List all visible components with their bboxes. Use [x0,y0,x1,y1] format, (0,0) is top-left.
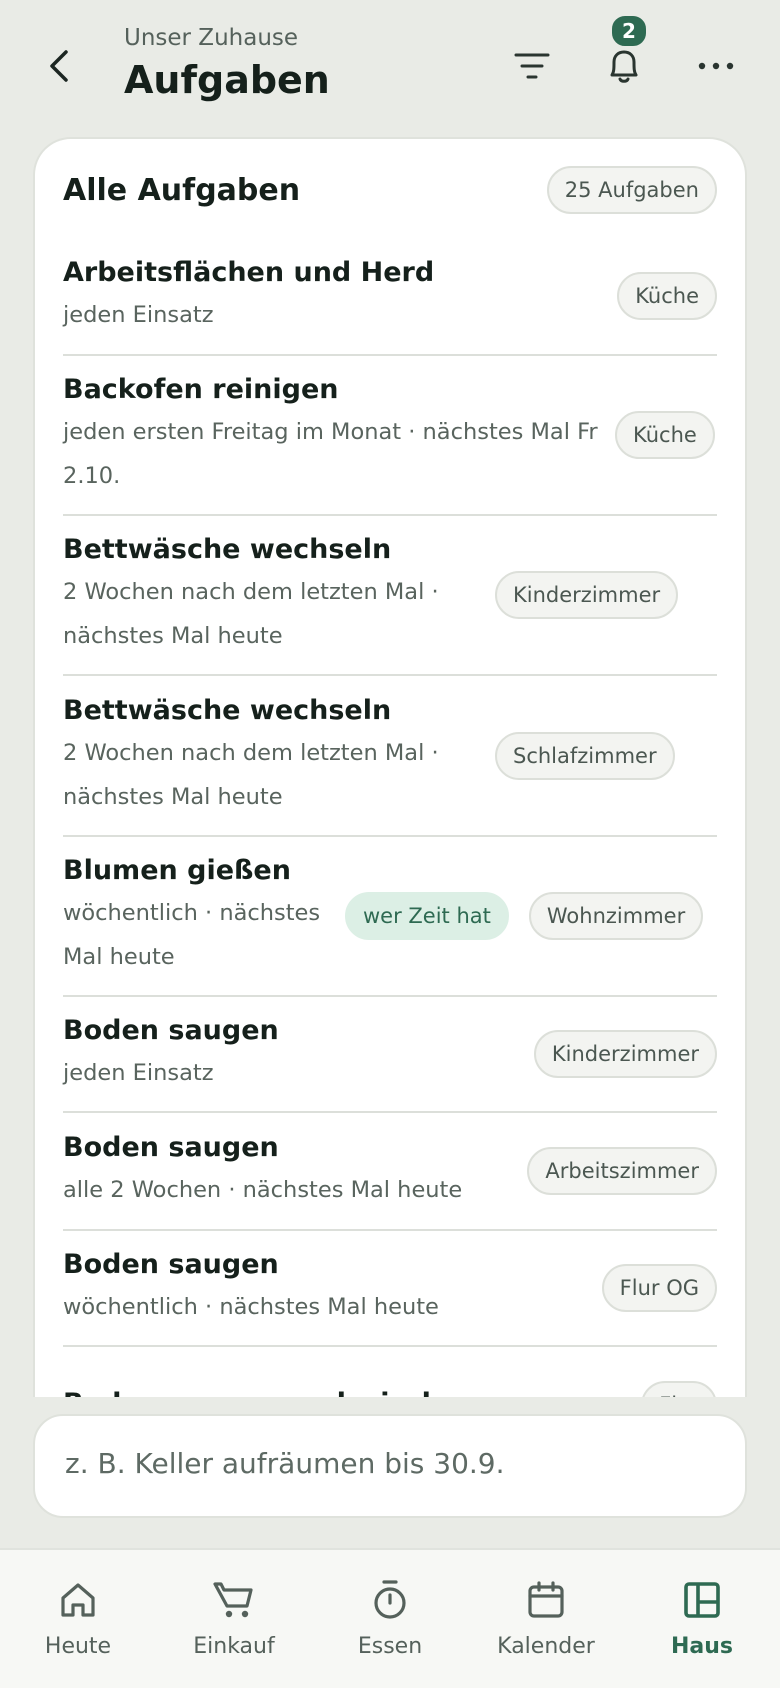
task-title: Boden saugen [63,1015,279,1046]
app-header: Unser Zuhause Aufgaben 2 [0,0,780,130]
task-schedule: 2 Wochen nach dem letzten Mal · nächstes… [63,579,439,649]
task-title: Boden saugen und wischen [63,1386,629,1397]
notification-badge: 2 [610,14,648,48]
task-title: Bettwäsche wechseln [63,534,392,565]
nav-label: Kalender [497,1634,595,1659]
back-icon [50,50,68,82]
task-row[interactable]: Backofen reinigen jeden ersten Freitag i… [63,356,717,516]
task-row[interactable]: Bettwäsche wechseln 2 Wochen nach dem le… [63,516,717,676]
quick-add-box[interactable] [33,1414,747,1518]
timer-icon [374,1580,406,1619]
page-title: Aufgaben [124,58,330,102]
room-chip[interactable]: Flur [641,1381,717,1397]
filter-button[interactable] [504,38,560,94]
nav-label: Haus [670,1634,733,1659]
home-icon [61,1583,95,1617]
task-row[interactable]: Boden saugen und wischen Flur [63,1347,717,1397]
task-title: Boden saugen [63,1132,279,1163]
task-row[interactable]: Blumen gießen wöchentlich · nächstes Mal… [63,837,717,997]
nav-item-einkauf[interactable]: Einkauf [156,1550,312,1688]
task-row[interactable]: Boden saugen jeden Einsatz Kinderzimmer [63,997,717,1113]
household-name: Unser Zuhause [124,25,299,51]
room-chip[interactable]: Wohnzimmer [528,892,704,940]
task-row[interactable]: Bettwäsche wechseln 2 Wochen nach dem le… [63,676,717,837]
bell-icon [610,50,638,83]
nav-item-essen[interactable]: Essen [312,1550,468,1688]
task-schedule: wöchentlich · nächstes Mal heute [63,1294,439,1320]
room-chip[interactable]: Schlafzimmer [495,731,675,780]
filter-icon [514,53,550,79]
task-schedule: jeden ersten Freitag im Monat · nächstes… [63,419,598,489]
back-button[interactable] [36,42,84,90]
nav-item-haus[interactable]: Haus [624,1550,780,1688]
notifications-button[interactable]: 2 [596,14,652,94]
nav-label: Einkauf [193,1634,275,1659]
task-row[interactable]: Boden saugen wöchentlich · nächstes Mal … [63,1231,717,1347]
room-chip[interactable]: Kinderzimmer [495,571,679,619]
task-row[interactable]: Boden saugen alle 2 Wochen · nächstes Ma… [63,1113,717,1231]
room-chip[interactable]: Küche [617,271,717,320]
room-chip[interactable]: Küche [615,411,715,459]
task-count-chip: 25 Aufgaben [546,166,717,214]
card-title: Alle Aufgaben [63,172,301,208]
cart-icon [213,1582,253,1618]
task-schedule: jeden Einsatz [63,1060,214,1086]
card-header: Alle Aufgaben 25 Aufgaben [63,165,717,215]
more-icon [698,62,734,70]
nav-label: Heute [44,1634,112,1659]
quick-add-input[interactable] [63,1446,707,1481]
room-chip[interactable]: Arbeitszimmer [527,1147,717,1195]
task-list: Arbeitsflächen und Herd jeden Einsatz Kü… [63,237,717,1397]
task-schedule: 2 Wochen nach dem letzten Mal · nächstes… [63,739,439,810]
task-list-card: Alle Aufgaben 25 Aufgaben Arbeitsflächen… [33,137,747,1397]
nav-label: Essen [357,1634,423,1659]
assignee-chip[interactable]: wer Zeit hat [345,892,509,940]
room-chip[interactable]: Kinderzimmer [533,1030,717,1078]
task-schedule: wöchentlich · nächstes Mal heute [63,900,321,970]
task-title: Bettwäsche wechseln [63,694,392,726]
task-schedule: jeden Einsatz [63,301,214,328]
task-row[interactable]: Arbeitsflächen und Herd jeden Einsatz Kü… [63,237,717,356]
calendar-icon [528,1581,564,1618]
nav-item-heute[interactable]: Heute [0,1550,156,1688]
bottom-navigation: Heute Einkauf Essen Kalender Haus [0,1548,780,1688]
room-chip[interactable]: Flur OG [601,1264,717,1312]
more-button[interactable] [688,38,744,94]
layout-icon [684,1582,720,1618]
task-schedule: alle 2 Wochen · nächstes Mal heute [63,1177,463,1203]
nav-item-kalender[interactable]: Kalender [468,1550,624,1688]
task-title: Blumen gießen [63,855,291,886]
task-title: Backofen reinigen [63,374,339,405]
task-title: Arbeitsflächen und Herd [63,256,435,288]
task-title: Boden saugen [63,1249,279,1280]
